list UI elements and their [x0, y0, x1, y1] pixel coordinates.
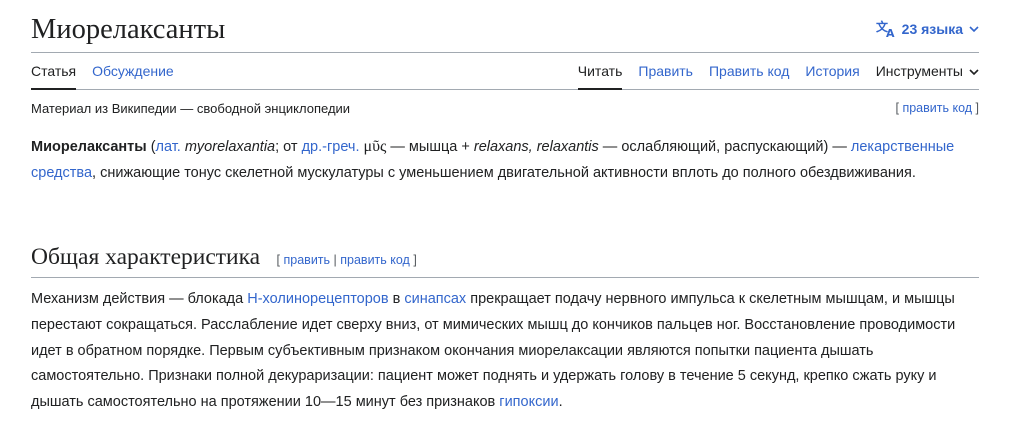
language-button[interactable]: 文 A 23 языка [876, 20, 979, 38]
bracket-close: ] [972, 101, 979, 115]
lead-paragraph: Миорелаксанты (лат. myorelaxantia; от др… [31, 134, 979, 187]
receptors-link[interactable]: Н-холинорецепторов [247, 291, 388, 307]
lead-text: — ослабляющий, распускающий) — [598, 139, 851, 155]
translate-icon: 文 A [876, 20, 896, 38]
lead-text: ; от [275, 139, 302, 155]
latin-link[interactable]: лат. [156, 139, 181, 155]
page-content: Миорелаксанты 文 A 23 языка Статья Обсужд… [31, 0, 979, 410]
section-edit-link[interactable]: править [284, 253, 331, 267]
lead-term: Миорелаксанты [31, 139, 147, 155]
edit-source-link[interactable]: править код [902, 101, 972, 115]
relaxans-term: relaxans, relaxantis [473, 139, 599, 155]
tab-talk[interactable]: Обсуждение [92, 53, 174, 89]
tab-edit-source[interactable]: Править код [709, 53, 789, 89]
hypoxia-link[interactable]: гипоксии [499, 394, 558, 410]
body-text: . [558, 394, 563, 411]
edit-divider: | [330, 253, 341, 267]
tab-history[interactable]: История [805, 53, 859, 89]
svg-text:A: A [886, 27, 895, 38]
latin-term: myorelaxantia [184, 139, 276, 155]
tab-edit[interactable]: Править [638, 53, 693, 89]
greek-link[interactable]: др.-греч. [302, 139, 360, 155]
title-bar: Миорелаксанты 文 A 23 языка [31, 0, 979, 53]
chevron-down-icon [969, 25, 979, 33]
tools-label: Инструменты [875, 63, 963, 79]
tab-article[interactable]: Статья [31, 53, 77, 90]
bracket-open: [ [276, 253, 284, 267]
section-title: Общая характеристика [31, 244, 261, 270]
body-text: прекращает подачу нервного импульса к ск… [31, 291, 956, 411]
site-tagline: Материал из Википедии — свободной энцикл… [31, 101, 351, 116]
bracket-close: ] [409, 253, 417, 267]
edit-lead-section: [ править код ] [896, 101, 980, 115]
tagline-row: Материал из Википедии — свободной энцикл… [31, 90, 979, 126]
section-heading: Общая характеристика [ править | править… [31, 240, 979, 278]
section-paragraph: Механизм действия — блокада Н-холинореце… [31, 287, 979, 416]
chevron-down-icon [969, 53, 979, 89]
synapses-link[interactable]: синапсах [404, 291, 466, 307]
lead-text: — мышца + [386, 139, 474, 155]
tab-read[interactable]: Читать [577, 53, 622, 90]
page-title: Миорелаксанты [31, 14, 226, 45]
body-text: в [388, 291, 405, 307]
language-count: 23 языка [901, 21, 963, 37]
body-text: Механизм действия — блокада [31, 291, 248, 307]
section-edit-source-link[interactable]: править код [340, 253, 410, 267]
lead-text: ( [146, 139, 156, 155]
lead-text: , снижающие тонус скелетной мускулатуры … [92, 164, 916, 181]
section-edit-links: [ править | править код ] [277, 253, 417, 267]
page-tabs: Статья Обсуждение Читать Править Править… [31, 53, 979, 90]
tab-tools[interactable]: Инструменты [876, 53, 979, 89]
greek-term: μῦς [363, 138, 387, 155]
